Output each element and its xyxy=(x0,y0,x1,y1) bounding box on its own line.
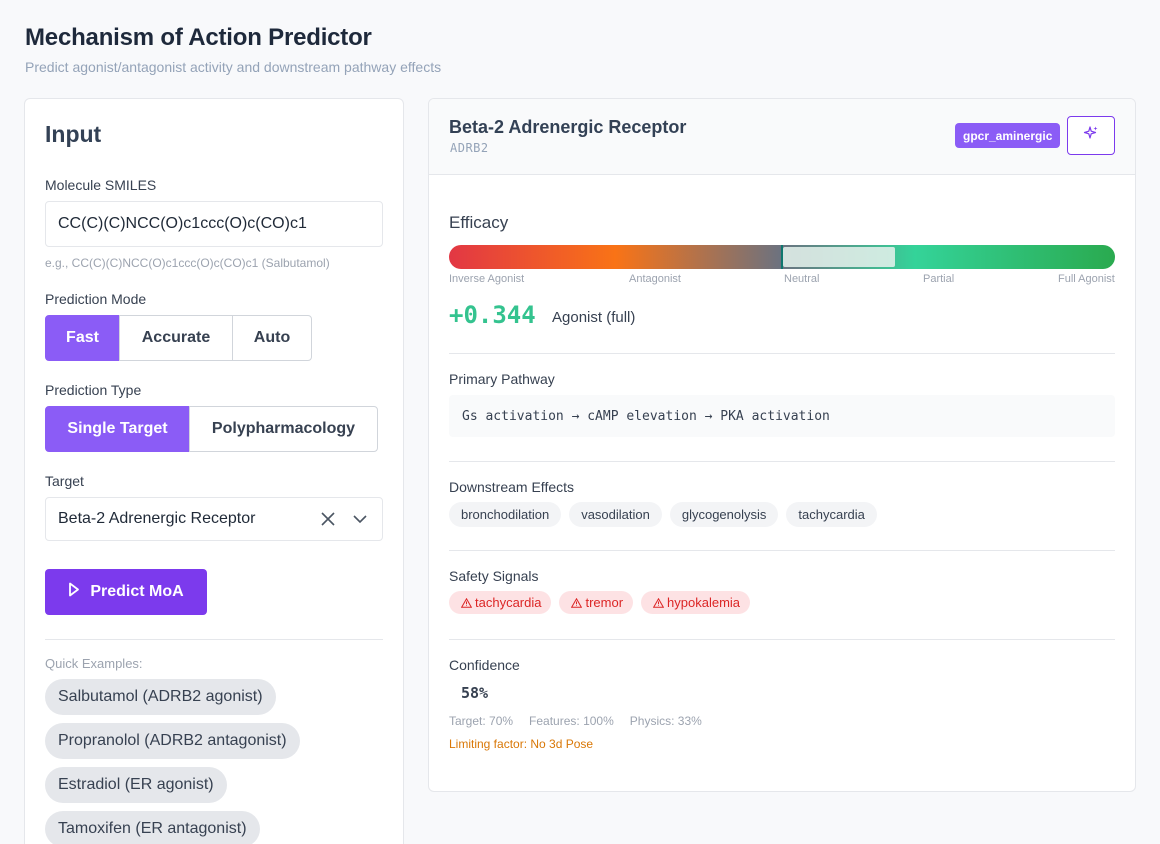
safety-signals-title: Safety Signals xyxy=(449,568,539,584)
effect-chip: tachycardia xyxy=(786,502,877,527)
effect-chip: bronchodilation xyxy=(449,502,562,527)
clear-icon[interactable] xyxy=(318,509,338,529)
divider xyxy=(449,353,1115,354)
efficacy-range-highlight xyxy=(783,247,895,267)
page-subtitle: Predict agonist/antagonist activity and … xyxy=(25,59,442,75)
warning-icon xyxy=(461,597,472,608)
pathway-title: Primary Pathway xyxy=(449,371,555,387)
warning-icon xyxy=(571,597,583,608)
type-segmented-control: Single Target Polypharmacology xyxy=(45,406,378,452)
downstream-effects-list: bronchodilation vasodilation glycogenoly… xyxy=(449,502,877,527)
downstream-effects-title: Downstream Effects xyxy=(449,479,575,495)
smiles-label: Molecule SMILES xyxy=(45,177,157,193)
confidence-features: Features: 100% xyxy=(529,714,614,728)
tick-inverse-agonist: Inverse Agonist xyxy=(449,273,525,285)
tick-partial: Partial xyxy=(923,273,955,285)
predict-moa-label: Predict MoA xyxy=(90,583,184,600)
mode-fast-button[interactable]: Fast xyxy=(45,315,120,361)
mode-label: Prediction Mode xyxy=(45,291,147,307)
tick-antagonist: Antagonist xyxy=(629,273,681,285)
confidence-title: Confidence xyxy=(449,657,520,673)
safety-chip: tremor xyxy=(559,591,634,614)
efficacy-score: +0.344 xyxy=(449,301,536,329)
type-polypharmacology-button[interactable]: Polypharmacology xyxy=(189,406,378,452)
type-single-target-button[interactable]: Single Target xyxy=(45,406,190,452)
target-name: Beta-2 Adrenergic Receptor xyxy=(449,117,687,137)
tick-neutral: Neutral xyxy=(784,273,820,285)
effect-chip: glycogenolysis xyxy=(669,502,779,527)
play-icon xyxy=(68,582,80,602)
target-gene: ADRB2 xyxy=(450,141,489,155)
example-chip-propranolol[interactable]: Propranolol (ADRB2 antagonist) xyxy=(45,723,300,759)
safety-chip-label: tachycardia xyxy=(475,595,542,610)
page-title: Mechanism of Action Predictor xyxy=(25,24,372,51)
warning-icon xyxy=(653,597,665,608)
quick-examples-label: Quick Examples: xyxy=(45,656,143,671)
family-badge: gpcr_aminergic xyxy=(955,123,1061,148)
effect-chip: vasodilation xyxy=(569,502,662,527)
input-panel: Input Molecule SMILES e.g., CC(C)(C)NCC(… xyxy=(24,98,404,844)
pathway-box: Gs activation → cAMP elevation → PKA act… xyxy=(449,395,1115,437)
mode-accurate-button[interactable]: Accurate xyxy=(119,315,233,361)
predict-moa-button[interactable]: Predict MoA xyxy=(45,569,207,615)
sparkle-icon xyxy=(1083,125,1099,146)
smiles-input[interactable] xyxy=(45,201,383,247)
confidence-value: 58% xyxy=(461,684,489,702)
result-panel: Beta-2 Adrenergic Receptor ADRB2 gpcr_am… xyxy=(428,98,1136,792)
smiles-hint: e.g., CC(C)(C)NCC(O)c1ccc(O)c(CO)c1 (Sal… xyxy=(45,256,330,270)
target-select[interactable]: Beta-2 Adrenergic Receptor xyxy=(45,497,383,541)
divider xyxy=(45,639,383,640)
example-chip-estradiol[interactable]: Estradiol (ER agonist) xyxy=(45,767,227,803)
divider xyxy=(449,461,1115,462)
efficacy-neutral-marker xyxy=(781,245,783,269)
ai-explain-button[interactable] xyxy=(1067,116,1115,155)
divider xyxy=(449,639,1115,640)
efficacy-score-label: Agonist (full) xyxy=(552,309,636,326)
chevron-down-icon[interactable] xyxy=(350,509,370,529)
target-select-value: Beta-2 Adrenergic Receptor xyxy=(58,510,256,527)
safety-signals-list: tachycardia tremor hypokalemia xyxy=(449,591,751,614)
efficacy-bar xyxy=(449,245,1115,269)
confidence-breakdown: Target: 70% Features: 100% Physics: 33% xyxy=(449,714,702,728)
target-label: Target xyxy=(45,473,84,489)
confidence-target: Target: 70% xyxy=(449,714,514,728)
result-header: Beta-2 Adrenergic Receptor ADRB2 gpcr_am… xyxy=(429,99,1135,175)
type-label: Prediction Type xyxy=(45,382,142,398)
limiting-factor: Limiting factor: No 3d Pose xyxy=(449,737,594,751)
safety-chip-label: hypokalemia xyxy=(667,595,741,610)
example-chip-tamoxifen[interactable]: Tamoxifen (ER antagonist) xyxy=(45,811,260,844)
page-header: Mechanism of Action Predictor Predict ag… xyxy=(25,24,441,75)
efficacy-title: Efficacy xyxy=(449,213,509,232)
mode-segmented-control: Fast Accurate Auto xyxy=(45,315,312,361)
divider xyxy=(449,550,1115,551)
safety-chip: hypokalemia xyxy=(641,591,751,614)
confidence-physics: Physics: 33% xyxy=(629,714,702,728)
tick-full-agonist: Full Agonist xyxy=(1058,273,1115,285)
safety-chip: tachycardia xyxy=(449,591,552,614)
input-title: Input xyxy=(45,121,102,147)
mode-auto-button[interactable]: Auto xyxy=(232,315,312,361)
safety-chip-label: tremor xyxy=(585,595,624,610)
example-chip-salbutamol[interactable]: Salbutamol (ADRB2 agonist) xyxy=(45,679,276,715)
